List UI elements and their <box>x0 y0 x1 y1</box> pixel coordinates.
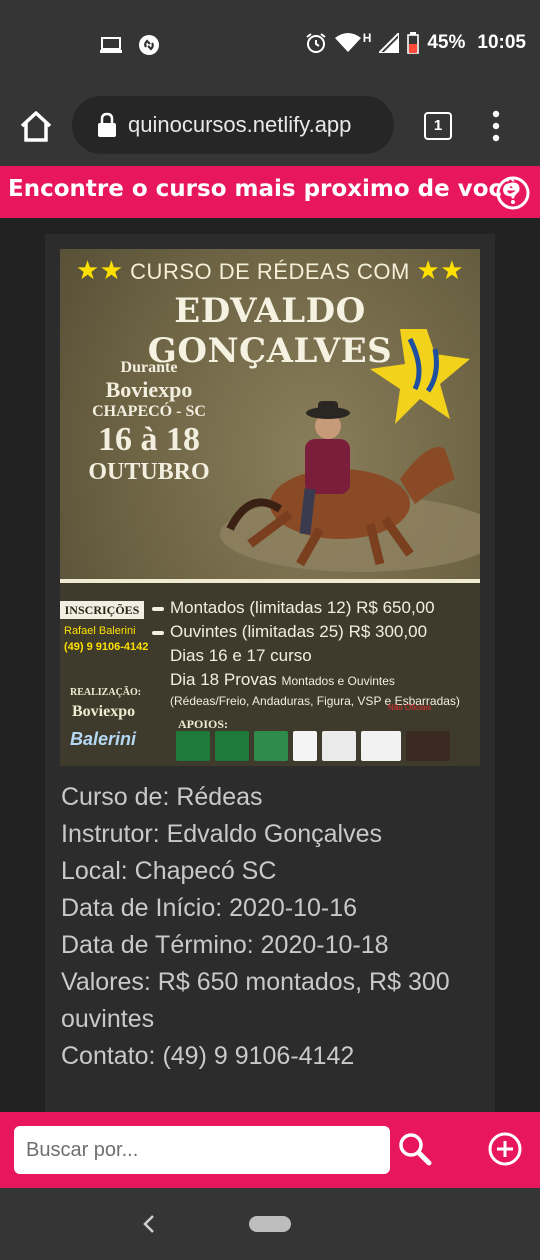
poster-top-text: CURSO DE RÉDEAS COM <box>130 259 410 284</box>
contact-phone: (49) 9 9106-4142 <box>64 641 149 653</box>
home-icon[interactable] <box>18 108 54 144</box>
poster-price-lines: Montados (limitadas 12) R$ 650,00 Ouvint… <box>152 596 478 709</box>
search-icon[interactable] <box>398 1132 432 1166</box>
sponsor-logo <box>293 731 317 761</box>
wifi-icon <box>334 33 361 52</box>
poster-durante: Durante <box>120 359 178 376</box>
search-input[interactable] <box>14 1126 390 1174</box>
search-bar <box>0 1112 540 1188</box>
clock: 10:05 <box>477 32 526 53</box>
poster-dates: 16 à 18 <box>98 421 200 458</box>
more-menu-icon[interactable] <box>486 110 506 142</box>
alarm-icon <box>306 33 326 53</box>
url-text: quinocursos.netlify.app <box>128 112 352 137</box>
help-icon[interactable] <box>496 176 530 210</box>
realizacao-label: REALIZAÇÃO: <box>70 687 142 698</box>
contact-name: Rafael Balerini <box>64 625 136 637</box>
battery-icon <box>407 32 420 54</box>
poster-city: CHAPECÓ - SC <box>92 403 206 420</box>
sponsor-logo <box>406 731 450 761</box>
status-left-icons <box>100 34 160 56</box>
poster-details: INSCRIÇÕES Rafael Balerini (49) 9 9106-4… <box>60 583 480 766</box>
price-line: Montados (limitadas 12) R$ 650,00 <box>152 596 478 620</box>
course-contact: Contato: (49) 9 9106-4142 <box>61 1042 355 1070</box>
star-icon: ★★ <box>75 255 124 285</box>
balerini-logo: Balerini <box>70 729 137 749</box>
app-header: Encontre o curso mais proximo de você <box>0 166 540 218</box>
poster-month: OUTUBRO <box>88 459 210 485</box>
browser-toolbar: quinocursos.netlify.app 1 <box>0 94 540 166</box>
add-circle-icon[interactable] <box>488 1132 522 1166</box>
home-gesture-pill[interactable] <box>249 1216 291 1232</box>
star-icon: ★★ <box>416 255 465 285</box>
poster-event: Boviexpo <box>105 377 193 402</box>
shazam-icon <box>139 35 159 55</box>
course-details: Curso de: Rédeas Instrutor: Edvaldo Gonç… <box>61 779 491 1075</box>
nao-oficiais-note: Não Oficiais <box>388 703 432 712</box>
address-bar[interactable]: quinocursos.netlify.app <box>72 96 394 154</box>
sponsor-logo <box>176 731 210 761</box>
course-end-date: Data de Término: 2020-10-18 <box>61 931 389 959</box>
schedule-line: Dia 18 Provas Montados e Ouvintes <box>170 670 395 689</box>
course-instructor: Instrutor: Edvaldo Gonçalves <box>61 820 382 848</box>
apoios-label: APOIOS: <box>178 717 229 731</box>
cast-icon <box>100 37 122 53</box>
back-icon[interactable] <box>140 1212 158 1236</box>
course-start-date: Data de Início: 2020-10-16 <box>61 894 358 922</box>
realizacao-value: Boviexpo <box>72 703 136 720</box>
course-card[interactable]: ★★ CURSO DE RÉDEAS COM ★★ EDVALDO GONÇAL… <box>45 234 495 1114</box>
price-line: Ouvintes (limitadas 25) R$ 300,00 <box>152 620 478 644</box>
lock-icon <box>98 112 116 137</box>
sponsor-logo <box>254 731 288 761</box>
sponsor-logo <box>215 731 249 761</box>
course-type: Curso de: Rédeas <box>61 783 263 811</box>
horse-rider-illustration <box>220 329 480 572</box>
poster-event-info: Durante Boviexpo CHAPECÓ - SC 16 à 18 OU… <box>74 359 224 486</box>
signal-icon <box>379 33 400 53</box>
sponsor-logo <box>322 731 356 761</box>
battery-percent: 45% <box>427 32 466 53</box>
poster-top-line: ★★ CURSO DE RÉDEAS COM ★★ <box>60 255 480 286</box>
tab-switcher-button[interactable]: 1 <box>424 112 452 140</box>
course-location: Local: Chapecó SC <box>61 857 277 885</box>
course-prices: Valores: R$ 650 montados, R$ 300 ouvinte… <box>61 968 450 1033</box>
system-nav-bar <box>0 1188 540 1260</box>
status-bar: H 45% 10:05 <box>0 0 540 94</box>
schedule-line: Dias 16 e 17 curso <box>170 646 312 665</box>
inscricoes-badge: INSCRIÇÕES <box>60 601 144 619</box>
course-poster-image: ★★ CURSO DE RÉDEAS COM ★★ EDVALDO GONÇAL… <box>60 249 480 766</box>
network-type: H <box>362 31 372 45</box>
sponsor-logo <box>361 731 401 761</box>
header-title: Encontre o curso mais proximo de você <box>8 176 518 202</box>
sponsor-logos <box>176 731 450 761</box>
status-right-icons: H 45% 10:05 <box>305 31 526 54</box>
